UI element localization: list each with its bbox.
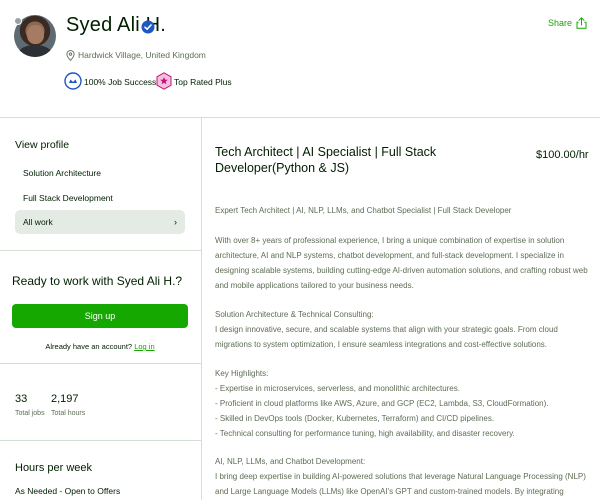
sidebar-item-all-work[interactable]: All work › (15, 210, 185, 234)
ready-to-work-heading: Ready to work with Syed Ali H.? (12, 274, 183, 288)
key-highlights-section: Key Highlights: - Expertise in microserv… (215, 366, 590, 441)
section-body: I bring deep expertise in building AI-po… (215, 472, 586, 496)
profile-title: Tech Architect | AI Specialist | Full St… (215, 145, 437, 175)
top-rated-plus-icon (156, 72, 172, 90)
chevron-right-icon: › (174, 217, 177, 227)
sidebar-item-solution-architecture[interactable]: Solution Architecture (15, 161, 185, 185)
sidebar-divider (0, 250, 201, 251)
sidebar-divider (0, 440, 201, 441)
sign-up-button[interactable]: Sign up (12, 304, 188, 328)
overview-intro: With over 8+ years of professional exper… (215, 236, 588, 290)
have-account-text: Already have an account? Log in (45, 342, 155, 351)
location-pin-icon (66, 50, 75, 61)
sidebar-item-full-stack-development[interactable]: Full Stack Development (15, 186, 185, 210)
total-jobs-value: 33 (15, 393, 28, 405)
sidebar: View profile Solution Architecture Full … (0, 118, 202, 500)
section-body: I design innovative, secure, and scalabl… (215, 325, 558, 349)
list-item: - Proficient in cloud platforms like AWS… (215, 399, 549, 408)
total-hours-value: 2,197 (51, 393, 79, 405)
log-in-link[interactable]: Log in (134, 342, 154, 351)
profile-location: Hardwick Village, United Kingdom (78, 50, 206, 60)
list-item: - Expertise in microservices, serverless… (215, 384, 460, 393)
section-heading: Solution Architecture & Technical Consul… (215, 310, 374, 319)
solution-architecture-section: Solution Architecture & Technical Consul… (215, 307, 590, 352)
hourly-rate: $100.00/hr (536, 149, 589, 161)
view-profile-title: View profile (15, 139, 70, 151)
verified-icon (141, 20, 155, 34)
section-heading: Key Highlights: (215, 369, 269, 378)
overview-subtitle: Expert Tech Architect | AI, NLP, LLMs, a… (215, 206, 512, 215)
total-jobs-label: Total jobs (15, 410, 45, 417)
profile-main: Tech Architect | AI Specialist | Full St… (202, 118, 600, 500)
job-success-badge-icon (64, 72, 82, 90)
ai-section: AI, NLP, LLMs, and Chatbot Development: … (215, 454, 590, 500)
list-item: - Skilled in DevOps tools (Docker, Kuber… (215, 414, 495, 423)
section-heading: AI, NLP, LLMs, and Chatbot Development: (215, 457, 366, 466)
job-success-badge: 100% Job Success (84, 77, 157, 87)
share-icon (576, 17, 587, 29)
top-rated-plus-badge: Top Rated Plus (174, 77, 232, 87)
sidebar-divider (0, 363, 201, 364)
total-hours-label: Total hours (51, 410, 86, 417)
share-label: Share (548, 18, 573, 28)
offline-status-dot (14, 17, 22, 25)
hours-per-week-value: As Needed - Open to Offers (15, 486, 121, 496)
share-button[interactable]: Share (548, 17, 587, 29)
list-item: - Technical consulting for performance t… (215, 429, 515, 438)
hours-per-week-heading: Hours per week (15, 462, 93, 474)
profile-header: Syed Ali H. Hardwick Village, United Kin… (0, 0, 600, 118)
